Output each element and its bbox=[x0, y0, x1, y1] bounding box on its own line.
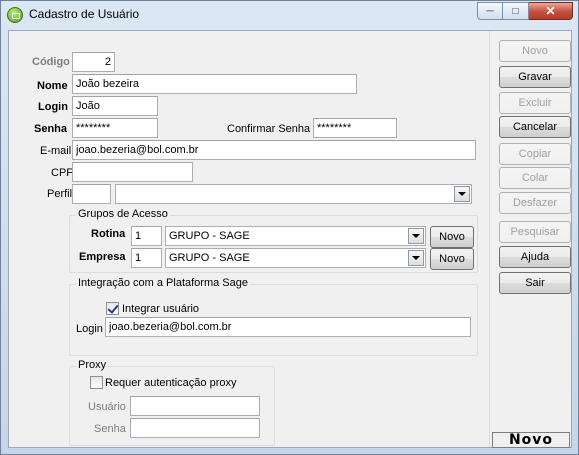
login-label: Login bbox=[38, 101, 68, 113]
empresa-label: Empresa bbox=[79, 251, 126, 263]
confirmar-senha-label: Confirmar Senha bbox=[227, 123, 311, 135]
rotina-select[interactable]: GRUPO - SAGE bbox=[165, 226, 426, 246]
nome-field[interactable]: João bezeira bbox=[72, 74, 357, 94]
senha-label: Senha bbox=[34, 123, 68, 135]
cpf-field[interactable] bbox=[72, 162, 193, 182]
excluir-button[interactable]: Excluir bbox=[499, 92, 571, 114]
copiar-button[interactable]: Copiar bbox=[499, 143, 571, 165]
requer-autenticacao-checkbox[interactable] bbox=[90, 376, 103, 389]
empresa-select[interactable]: GRUPO - SAGE bbox=[165, 248, 426, 268]
rotina-label: Rotina bbox=[91, 228, 126, 240]
title-bar[interactable]: Cadastro de Usuário ─ □ ✕ bbox=[1, 1, 578, 29]
requer-autenticacao-label: Requer autenticação proxy bbox=[105, 377, 237, 389]
integrar-usuario-label: Integrar usuário bbox=[122, 303, 200, 315]
email-label: E-mail bbox=[40, 145, 72, 157]
empresa-code-field[interactable]: 1 bbox=[131, 248, 162, 268]
pesquisar-button[interactable]: Pesquisar bbox=[499, 221, 571, 243]
proxy-usuario-label: Usuário bbox=[88, 401, 126, 413]
cancelar-button[interactable]: Cancelar bbox=[499, 116, 571, 138]
confirmar-senha-field[interactable]: ******** bbox=[313, 118, 397, 138]
chevron-down-icon[interactable] bbox=[454, 186, 470, 202]
colar-button[interactable]: Colar bbox=[499, 167, 571, 189]
desfazer-button[interactable]: Desfazer bbox=[499, 192, 571, 214]
empresa-select-value: GRUPO - SAGE bbox=[169, 252, 250, 264]
empresa-novo-button[interactable]: Novo bbox=[430, 248, 474, 270]
maximize-button[interactable]: □ bbox=[503, 2, 529, 20]
email-field[interactable]: joao.bezeria@bol.com.br bbox=[72, 140, 476, 160]
action-sidebar: Novo Gravar Excluir Cancelar Copiar Colar Desf… bbox=[489, 31, 571, 448]
perfil-label: Perfil bbox=[47, 188, 73, 200]
integracao-title: Integração com a Plataforma Sage bbox=[76, 277, 250, 289]
codigo-label: Código bbox=[32, 56, 70, 68]
nome-label: Nome bbox=[37, 80, 68, 92]
ajuda-button[interactable]: Ajuda bbox=[499, 246, 571, 268]
sair-button[interactable]: Sair bbox=[499, 272, 571, 294]
novo-button[interactable]: Novo bbox=[499, 40, 571, 62]
perfil-code-field[interactable] bbox=[72, 184, 111, 204]
rotina-novo-button[interactable]: Novo bbox=[430, 226, 474, 248]
proxy-senha-label: Senha bbox=[94, 423, 126, 435]
window-title: Cadastro de Usuário bbox=[29, 7, 140, 21]
close-button[interactable]: ✕ bbox=[529, 2, 573, 20]
user-form: Código 2 Nome João bezeira Login João Se… bbox=[9, 31, 489, 447]
app-icon bbox=[7, 7, 23, 23]
login-field[interactable]: João bbox=[72, 96, 158, 116]
proxy-senha-field[interactable] bbox=[130, 418, 260, 438]
codigo-field[interactable]: 2 bbox=[72, 52, 115, 72]
rotina-code-field[interactable]: 1 bbox=[131, 226, 162, 246]
window: Cadastro de Usuário ─ □ ✕ Código 2 Nome … bbox=[0, 0, 579, 455]
gravar-button[interactable]: Gravar bbox=[499, 66, 571, 88]
rotina-select-value: GRUPO - SAGE bbox=[169, 230, 250, 242]
client-area: Código 2 Nome João bezeira Login João Se… bbox=[8, 30, 572, 448]
status-indicator: Novo bbox=[492, 432, 570, 448]
senha-field[interactable]: ******** bbox=[72, 118, 158, 138]
caption-buttons: ─ □ ✕ bbox=[477, 2, 573, 20]
proxy-usuario-field[interactable] bbox=[130, 396, 260, 416]
perfil-select[interactable] bbox=[115, 184, 472, 204]
integrar-usuario-checkbox[interactable] bbox=[106, 302, 119, 315]
cpf-label: CPF bbox=[51, 167, 73, 179]
integracao-login-field[interactable]: joao.bezeria@bol.com.br bbox=[105, 317, 471, 337]
chevron-down-icon[interactable] bbox=[408, 250, 424, 266]
proxy-title: Proxy bbox=[76, 359, 109, 371]
integracao-login-label: Login bbox=[76, 323, 103, 335]
chevron-down-icon[interactable] bbox=[408, 228, 424, 244]
grupos-acesso-title: Grupos de Acesso bbox=[76, 208, 170, 220]
minimize-button[interactable]: ─ bbox=[477, 2, 503, 20]
